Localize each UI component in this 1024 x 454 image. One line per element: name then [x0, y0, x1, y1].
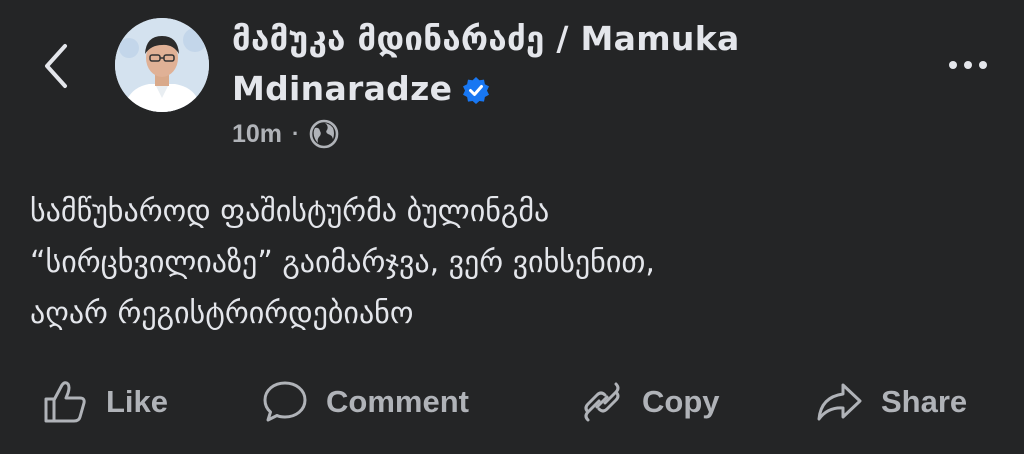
- more-dot-icon: [979, 61, 987, 69]
- action-bar: Like Comment Copy Share: [0, 372, 1024, 432]
- copy-label: Copy: [642, 384, 720, 419]
- post-card: მამუკა მდინარაძე / Mamuka Mdinaradze 10m…: [0, 0, 1024, 454]
- comment-bubble-icon: [263, 381, 307, 422]
- globe-icon[interactable]: [309, 119, 339, 149]
- copy-button[interactable]: Copy: [580, 372, 720, 432]
- share-label: Share: [881, 384, 968, 419]
- thumbs-up-icon: [44, 381, 86, 423]
- post-timestamp[interactable]: 10m: [232, 120, 282, 149]
- verified-badge-icon: [463, 77, 490, 104]
- more-dot-icon: [964, 61, 972, 69]
- post-header: მამუკა მდინარაძე / Mamuka Mdinaradze: [232, 14, 892, 114]
- chevron-left-icon: [45, 44, 67, 88]
- like-label: Like: [106, 384, 169, 419]
- like-button[interactable]: Like: [42, 372, 168, 432]
- post-meta: 10m ·: [232, 116, 339, 152]
- more-options-button[interactable]: [938, 50, 998, 80]
- share-button[interactable]: Share: [815, 372, 967, 432]
- link-icon: [584, 382, 620, 422]
- more-dot-icon: [949, 61, 957, 69]
- post-text: სამწუხაროდ ფაშისტურმა ბულინგმა “სირცხვილ…: [30, 194, 655, 331]
- author-name-line[interactable]: მამუკა მდინარაძე / Mamuka Mdinaradze: [232, 14, 892, 114]
- avatar-photo: [115, 18, 209, 112]
- avatar[interactable]: [115, 18, 209, 112]
- meta-separator: ·: [292, 121, 300, 146]
- share-arrow-icon: [817, 383, 862, 421]
- comment-button[interactable]: Comment: [262, 372, 469, 432]
- back-button[interactable]: [30, 38, 82, 94]
- comment-label: Comment: [326, 384, 469, 419]
